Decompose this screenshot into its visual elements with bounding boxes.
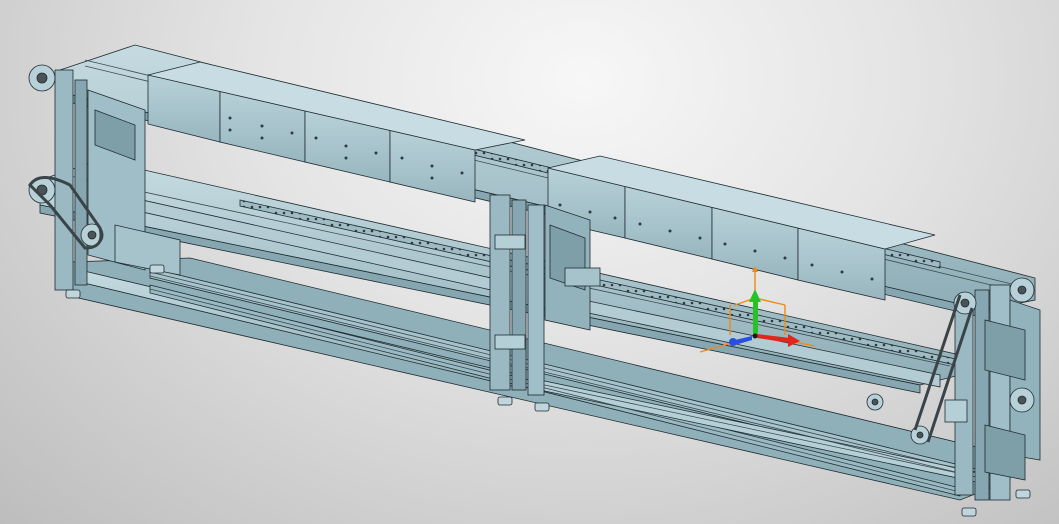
conveyor-assembly-model[interactable]: [0, 0, 1059, 524]
cad-3d-viewport[interactable]: [0, 0, 1059, 524]
triad-y-axis[interactable]: [753, 300, 758, 334]
upper-pallets-left[interactable]: [147, 61, 526, 203]
